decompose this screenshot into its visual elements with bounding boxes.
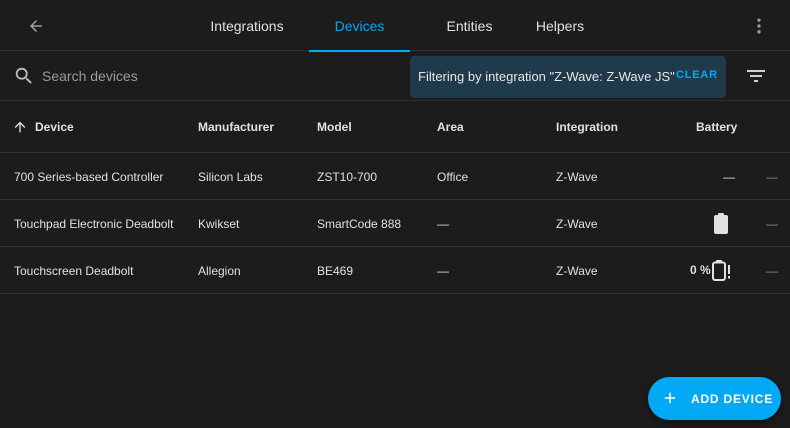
device-name: Touchpad Electronic Deadbolt <box>14 217 174 231</box>
add-device-label: ADD DEVICE <box>691 392 774 406</box>
clear-filter-button[interactable]: CLEAR <box>676 69 718 81</box>
model: SmartCode 888 <box>317 217 402 231</box>
table-row[interactable]: Touchscreen Deadbolt Allegion BE469 — Z-… <box>0 247 790 294</box>
add-device-button[interactable]: ADD DEVICE <box>648 377 781 420</box>
back-button[interactable] <box>22 12 50 40</box>
table-row[interactable]: Touchpad Electronic Deadbolt Kwikset Sma… <box>0 200 790 247</box>
integration: Z-Wave <box>556 170 598 184</box>
overflow-menu-button[interactable] <box>748 12 770 40</box>
manufacturer: Kwikset <box>198 217 240 231</box>
device-name: 700 Series-based Controller <box>14 170 164 184</box>
battery-alert-icon <box>712 260 730 281</box>
model: ZST10-700 <box>317 170 378 184</box>
integration: Z-Wave <box>556 217 598 231</box>
plus-icon <box>664 392 676 404</box>
manufacturer: Allegion <box>198 264 241 278</box>
area: Office <box>437 170 469 184</box>
arrow-up-icon[interactable] <box>12 119 28 135</box>
column-header-integration[interactable]: Integration <box>556 120 618 134</box>
tab-devices[interactable]: Devices <box>309 0 410 52</box>
column-header-model[interactable]: Model <box>317 120 352 134</box>
search-icon <box>15 67 32 84</box>
battery-value: — <box>723 170 735 184</box>
model: BE469 <box>317 264 354 278</box>
area: — <box>437 264 449 278</box>
manufacturer: Silicon Labs <box>198 170 263 184</box>
table-header: Device Manufacturer Model Area Integrati… <box>0 101 790 153</box>
battery-full-icon <box>714 213 728 234</box>
integration: Z-Wave <box>556 264 598 278</box>
column-header-battery[interactable]: Battery <box>696 120 737 134</box>
top-app-bar: Integrations Devices Entities Helpers <box>0 0 790 52</box>
area: — <box>437 217 449 231</box>
column-header-area[interactable]: Area <box>437 120 464 134</box>
filter-variant-icon[interactable] <box>744 64 768 88</box>
dots-vertical-icon <box>757 18 761 34</box>
device-name: Touchscreen Deadbolt <box>14 264 134 278</box>
filter-banner: Filtering by integration "Z-Wave: Z-Wave… <box>410 56 726 98</box>
tab-integrations[interactable]: Integrations <box>198 0 296 51</box>
table-row[interactable]: 700 Series-based Controller Silicon Labs… <box>0 153 790 200</box>
extra-cell: — <box>766 217 778 231</box>
tab-helpers[interactable]: Helpers <box>520 0 600 51</box>
column-header-device[interactable]: Device <box>35 120 74 134</box>
arrow-left-icon <box>30 20 42 32</box>
search-toolbar: Filtering by integration "Z-Wave: Z-Wave… <box>0 51 790 101</box>
column-header-manufacturer[interactable]: Manufacturer <box>198 120 274 134</box>
battery-percent: 0 % <box>690 263 711 277</box>
extra-cell: — <box>766 170 778 184</box>
tab-entities[interactable]: Entities <box>422 0 517 51</box>
search-input[interactable] <box>42 64 382 88</box>
extra-cell: — <box>766 264 778 278</box>
filter-description: Filtering by integration "Z-Wave: Z-Wave… <box>418 69 675 84</box>
